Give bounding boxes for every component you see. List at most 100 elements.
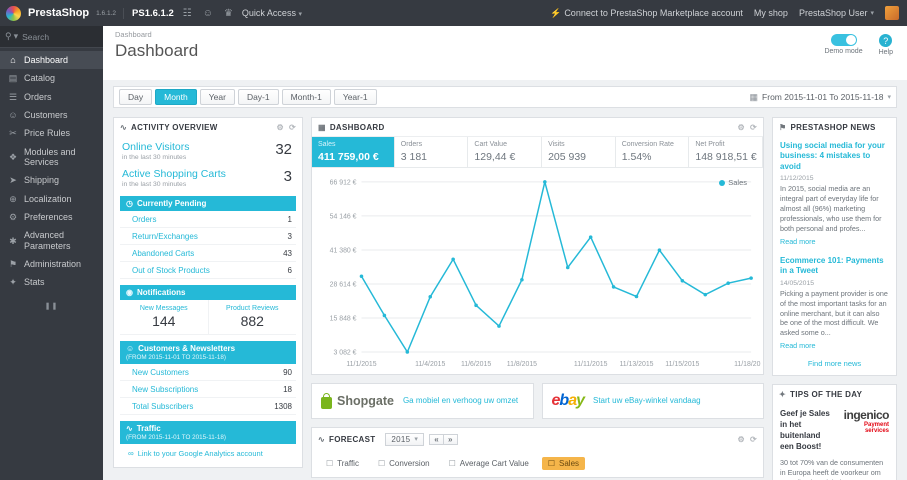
- ingenico-logo: ingenico Payment services: [840, 409, 890, 434]
- refresh-icon[interactable]: ⟳: [750, 123, 757, 132]
- administration-icon: ⚑: [8, 259, 18, 270]
- chevron-down-icon[interactable]: ▾: [14, 31, 19, 42]
- checkbox-icon: ☐: [547, 458, 556, 468]
- search-input[interactable]: [22, 31, 98, 42]
- ebay-promo-panel: ebay Start uw eBay-winkel vandaag: [541, 382, 764, 419]
- prev-icon[interactable]: «: [430, 435, 443, 444]
- forecast-metric-chip[interactable]: ☐ Traffic: [320, 457, 365, 470]
- marketplace-link[interactable]: ⚡ Connect to PrestaShop Marketplace accou…: [550, 8, 743, 19]
- kpi-stat-cell[interactable]: Conversion Rate 1.54%: [616, 137, 690, 167]
- pending-row[interactable]: Return/Exchanges 3: [120, 228, 296, 245]
- my-shop-link[interactable]: My shop: [754, 8, 788, 18]
- trophy-topbar-icon[interactable]: ♛: [222, 8, 235, 19]
- help-icon[interactable]: ?: [879, 34, 893, 47]
- cart-topbar-icon[interactable]: ☷: [181, 8, 194, 19]
- notifications-header: ◉ Notifications: [120, 285, 296, 300]
- user-menu[interactable]: PrestaShop User ▾: [799, 8, 874, 18]
- sidebar-item[interactable]: ⌂ Dashboard: [0, 51, 103, 70]
- sidebar-item[interactable]: ⚑ Administration: [0, 255, 103, 273]
- demo-mode-toggle[interactable]: [830, 34, 857, 46]
- next-icon[interactable]: »: [443, 434, 457, 444]
- forecast-metric-chip[interactable]: ☐ Sales: [541, 456, 586, 470]
- sidebar-item[interactable]: ✂ Price Rules: [0, 124, 103, 142]
- find-more-news-link[interactable]: Find more news: [773, 355, 896, 375]
- kpi-label: Sales: [318, 141, 336, 148]
- active-carts-link[interactable]: Active Shopping Carts: [122, 168, 294, 180]
- date-filter-button[interactable]: Month: [155, 89, 197, 105]
- read-more-link[interactable]: Read more: [780, 237, 816, 246]
- topbar: PrestaShop 1.6.1.2 PS1.6.1.2 ☷ ☺ ♛ Quick…: [0, 0, 907, 26]
- shop-name[interactable]: PS1.6.1.2: [123, 7, 174, 19]
- quick-access-menu[interactable]: Quick Access ▾: [242, 8, 302, 18]
- collapse-sidebar-icon[interactable]: ❚❚: [0, 292, 103, 320]
- kpi-stat-cell[interactable]: Cart Value 129,44 €: [468, 137, 543, 167]
- customers-row[interactable]: New Subscriptions 18: [120, 381, 296, 398]
- pending-row[interactable]: Orders 1: [120, 211, 296, 228]
- news-headline-link[interactable]: Using social media for your business: 4 …: [780, 141, 889, 172]
- date-filter-button[interactable]: Day: [119, 89, 153, 105]
- date-range-picker[interactable]: ▦ From 2015-11-01 To 2015-11-18 ▾: [750, 92, 891, 103]
- refresh-icon[interactable]: ⟳: [750, 435, 757, 444]
- kpi-stat-cell[interactable]: Orders 3 181: [395, 137, 469, 167]
- pending-row[interactable]: Abandoned Carts 43: [120, 245, 296, 262]
- chart-legend[interactable]: Sales: [719, 178, 747, 187]
- breadcrumb[interactable]: Dashboard: [115, 30, 895, 39]
- ebay-link[interactable]: Start uw eBay-winkel vandaag: [593, 396, 701, 406]
- row-value: 3: [287, 231, 292, 241]
- dashboard-icon: ⌂: [10, 55, 16, 65]
- sidebar-item[interactable]: ✦ Stats: [0, 273, 103, 291]
- kpi-stat-cell[interactable]: Visits 205 939: [542, 137, 616, 167]
- gear-icon[interactable]: ⚙: [738, 435, 745, 444]
- date-filter-button[interactable]: Day-1: [237, 89, 279, 105]
- orders-icon: ☰: [8, 91, 18, 102]
- row-value: 18: [283, 384, 292, 394]
- profile-topbar-icon[interactable]: ☺: [201, 8, 215, 19]
- user-avatar[interactable]: [885, 6, 899, 20]
- customers-row[interactable]: New Customers 90: [120, 364, 296, 381]
- prestashop-logo-icon: [6, 5, 21, 21]
- refresh-icon[interactable]: ⟳: [289, 123, 296, 132]
- read-more-link[interactable]: Read more: [780, 341, 816, 350]
- kpi-stat-cell[interactable]: Sales 411 759,00 €: [312, 137, 395, 167]
- legend-dot-icon: [719, 179, 726, 186]
- forecast-year-select[interactable]: 2015 ▾: [385, 432, 425, 446]
- sidebar-item[interactable]: ❖ Modules and Services: [0, 143, 103, 172]
- date-filter-button[interactable]: Year-1: [333, 89, 377, 105]
- clock-icon: ◷: [126, 199, 133, 208]
- gear-icon[interactable]: ⚙: [738, 123, 745, 132]
- date-filter-button[interactable]: Year: [199, 89, 235, 105]
- forecast-metric-chip[interactable]: ☐ Conversion: [372, 457, 436, 470]
- customers-row[interactable]: Total Subscribers 1308: [120, 398, 296, 415]
- tip-body-text: 30 tot 70% van de consumenten in Europa …: [780, 457, 884, 480]
- modules-icon: ❖: [8, 151, 18, 162]
- notification-cell[interactable]: New Messages 144: [120, 300, 208, 334]
- panel-title: ACTIVITY OVERVIEW: [131, 123, 218, 132]
- sidebar-item-label: Stats: [24, 277, 45, 288]
- date-filter-button[interactable]: Month-1: [281, 89, 331, 105]
- sidebar-item[interactable]: ☰ Orders: [0, 88, 103, 106]
- gear-icon[interactable]: ⚙: [277, 123, 284, 132]
- notification-cell[interactable]: Product Reviews 882: [207, 300, 297, 334]
- kpi-stat-cell[interactable]: Net Profit 148 918,51 €: [689, 137, 764, 167]
- online-visitors-link[interactable]: Online Visitors: [122, 141, 294, 153]
- svg-text:15 848 €: 15 848 €: [330, 315, 357, 322]
- news-headline-link[interactable]: Ecommerce 101: Payments in a Tweet: [780, 256, 889, 277]
- google-analytics-link[interactable]: ∞ Link to your Google Analytics account: [120, 449, 296, 458]
- svg-text:28 614 €: 28 614 €: [330, 281, 357, 288]
- sidebar-item[interactable]: ⚙ Preferences: [0, 208, 103, 226]
- row-label: Orders: [132, 214, 157, 224]
- customers-rows: New Customers 90 New Subscriptions 18 To…: [114, 364, 302, 415]
- sidebar-item[interactable]: ⊕ Localization: [0, 190, 103, 208]
- checkbox-icon: ☐: [448, 458, 456, 468]
- shopgate-link[interactable]: Ga mobiel en verhoog uw omzet: [403, 396, 518, 406]
- row-value: 6: [287, 265, 292, 275]
- sidebar-item[interactable]: ➤ Shipping: [0, 171, 103, 189]
- sidebar-item[interactable]: ▤ Catalog: [0, 69, 103, 87]
- sidebar-item-label: Preferences: [24, 212, 73, 223]
- checkbox-icon: ☐: [326, 458, 334, 468]
- sidebar-item[interactable]: ☺ Customers: [0, 106, 103, 124]
- pending-row[interactable]: Out of Stock Products 6: [120, 262, 296, 279]
- forecast-metric-chip[interactable]: ☐ Average Cart Value: [443, 457, 535, 470]
- kpi-value: 129,44 €: [474, 151, 516, 163]
- sidebar-item[interactable]: ✱ Advanced Parameters: [0, 226, 103, 255]
